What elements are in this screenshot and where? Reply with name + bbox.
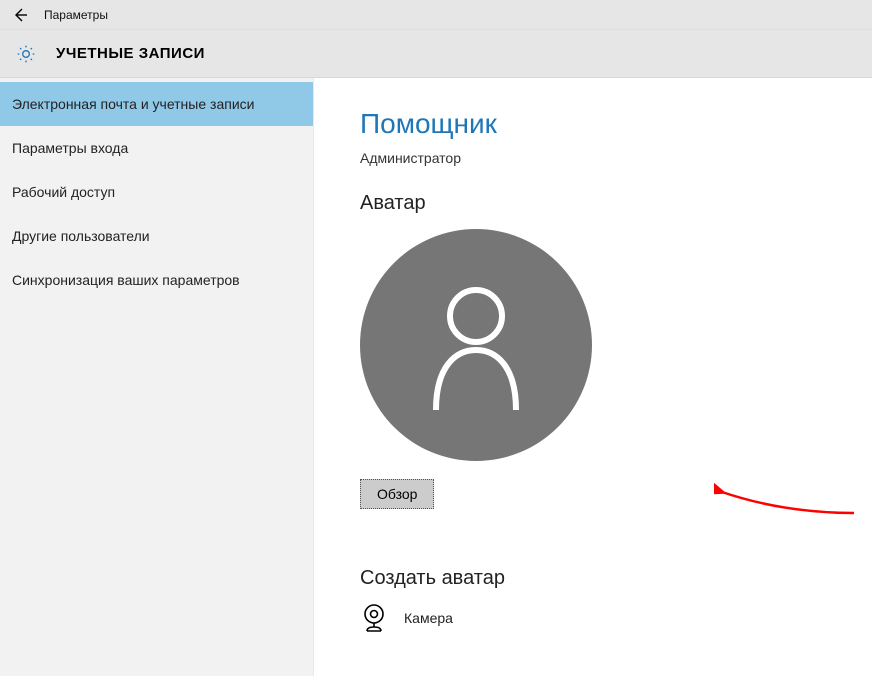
sidebar-item-label: Синхронизация ваших параметров <box>12 272 240 288</box>
sidebar-item-sync-settings[interactable]: Синхронизация ваших параметров <box>0 258 313 302</box>
sidebar-item-signin-options[interactable]: Параметры входа <box>0 126 313 170</box>
page-title: УЧЕТНЫЕ ЗАПИСИ <box>56 45 205 62</box>
sidebar-item-label: Рабочий доступ <box>12 184 115 200</box>
content: Помощник Администратор Аватар Обзор Созд… <box>314 78 872 676</box>
back-button[interactable] <box>6 1 34 29</box>
camera-icon <box>360 604 388 632</box>
user-role: Администратор <box>360 150 872 166</box>
annotation-arrow <box>714 478 864 528</box>
arrow-left-icon <box>12 7 28 23</box>
window-title: Параметры <box>44 8 108 22</box>
sidebar: Электронная почта и учетные записи Парам… <box>0 78 314 676</box>
sidebar-item-email-accounts[interactable]: Электронная почта и учетные записи <box>0 82 313 126</box>
gear-icon <box>16 44 36 64</box>
titlebar: Параметры <box>0 0 872 30</box>
browse-button[interactable]: Обзор <box>360 479 434 509</box>
camera-option[interactable]: Камера <box>360 604 872 632</box>
avatar-heading: Аватар <box>360 192 872 215</box>
user-display-name: Помощник <box>360 108 872 140</box>
sidebar-item-label: Другие пользователи <box>12 228 150 244</box>
avatar-placeholder <box>360 229 592 461</box>
sidebar-item-label: Электронная почта и учетные записи <box>12 96 254 112</box>
sidebar-item-other-users[interactable]: Другие пользователи <box>0 214 313 258</box>
camera-label: Камера <box>404 610 453 626</box>
avatar <box>360 229 872 461</box>
person-icon <box>421 280 531 410</box>
header: УЧЕТНЫЕ ЗАПИСИ <box>0 30 872 78</box>
sidebar-item-label: Параметры входа <box>12 140 128 156</box>
sidebar-item-work-access[interactable]: Рабочий доступ <box>0 170 313 214</box>
create-avatar-heading: Создать аватар <box>360 567 872 590</box>
